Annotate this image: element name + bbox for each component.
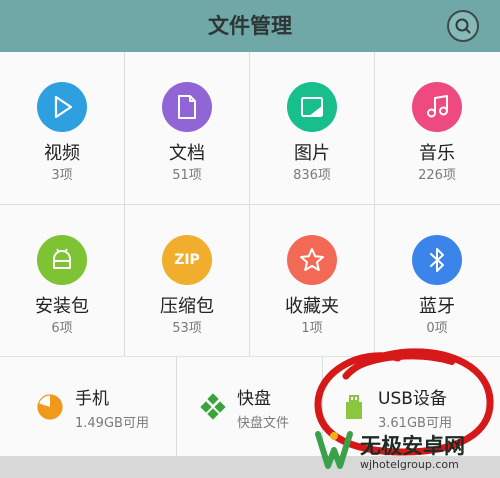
category-label: 安装包	[35, 296, 89, 317]
storage-kuaipan[interactable]: 快盘 快盘文件	[177, 357, 322, 456]
category-count: 1项	[301, 321, 323, 336]
search-icon	[455, 18, 471, 34]
category-count: 6项	[51, 321, 73, 336]
page-title: 文件管理	[208, 14, 292, 38]
category-documents[interactable]: 文档 51项	[125, 52, 249, 203]
document-icon-circle	[162, 82, 212, 132]
video-icon-circle	[37, 82, 87, 132]
bluetooth-icon	[430, 248, 444, 272]
category-archives[interactable]: ZIP 压缩包 53项	[125, 205, 249, 356]
watermark-title: 无极安卓网	[360, 434, 465, 458]
search-button[interactable]	[447, 10, 479, 42]
document-icon	[178, 95, 196, 119]
category-count: 53项	[172, 321, 202, 336]
zip-icon-text: ZIP	[174, 252, 200, 268]
category-label: 文档	[169, 143, 205, 164]
apk-icon-circle	[37, 235, 87, 285]
category-label: 收藏夹	[285, 296, 339, 317]
category-music[interactable]: 音乐 226项	[375, 52, 500, 203]
android-package-icon	[53, 248, 71, 269]
play-icon	[54, 95, 73, 119]
category-count: 226项	[418, 168, 456, 183]
category-count: 0项	[426, 321, 448, 336]
usb-drive-icon	[346, 395, 362, 419]
category-label: 音乐	[419, 143, 455, 164]
category-count: 3项	[51, 168, 73, 183]
category-videos[interactable]: 视频 3项	[0, 52, 124, 203]
category-label: 视频	[44, 143, 80, 164]
category-count: 836项	[293, 168, 331, 183]
storage-subtitle: 快盘文件	[237, 416, 290, 431]
bluetooth-icon-circle	[412, 235, 462, 285]
category-apk[interactable]: 安装包 6项	[0, 205, 124, 356]
image-icon	[301, 97, 323, 117]
music-note-icon	[427, 95, 448, 118]
storage-subtitle: 1.49GB可用	[75, 416, 149, 431]
storage-phone[interactable]: 手机 1.49GB可用	[0, 357, 176, 456]
watermark: 无极安卓网 wjhotelgroup.com	[310, 424, 500, 478]
pie-storage-icon	[37, 394, 63, 420]
category-images[interactable]: 图片 836项	[250, 52, 374, 203]
watermark-url: wjhotelgroup.com	[360, 458, 459, 471]
category-bluetooth[interactable]: 蓝牙 0项	[375, 205, 500, 356]
image-icon-circle	[287, 82, 337, 132]
category-favorites[interactable]: 收藏夹 1项	[250, 205, 374, 356]
category-count: 51项	[172, 168, 202, 183]
app-header: 文件管理	[0, 0, 500, 52]
star-icon-circle	[287, 235, 337, 285]
storage-title: 手机	[75, 389, 109, 409]
category-grid: 视频 3项 文档 51项 图片 836项 音乐 226项 安装包 6项 ZIP …	[0, 52, 500, 356]
watermark-logo-icon	[315, 431, 353, 469]
storage-title: USB设备	[378, 389, 447, 409]
star-icon	[300, 248, 324, 271]
category-label: 蓝牙	[419, 296, 455, 317]
category-label: 压缩包	[160, 296, 214, 317]
category-label: 图片	[294, 143, 330, 164]
storage-title: 快盘	[237, 389, 271, 409]
music-icon-circle	[412, 82, 462, 132]
zip-icon: ZIP	[162, 235, 212, 285]
kuaipan-icon	[200, 393, 226, 420]
